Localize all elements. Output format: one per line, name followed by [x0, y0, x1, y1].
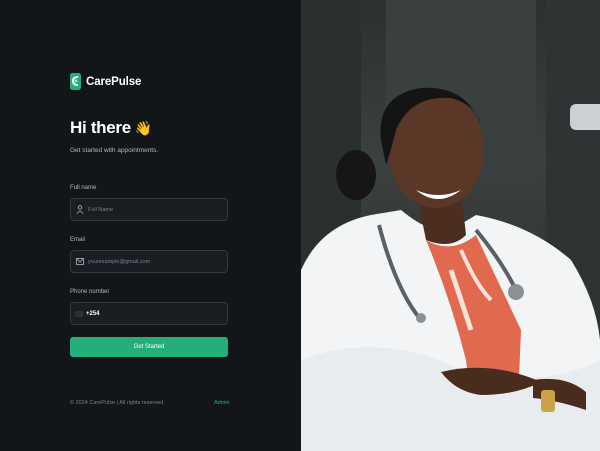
page-title: Hi there 👋 [70, 118, 152, 138]
user-icon [75, 205, 85, 215]
email-field[interactable]: yourexample@gmail.com [70, 250, 228, 273]
doctor-photo [301, 0, 600, 451]
phone-label: Phone number [70, 289, 110, 295]
registration-panel: CarePulse Hi there 👋 Get started with ap… [0, 0, 301, 451]
carepulse-logo-icon [70, 73, 81, 90]
brand-logo[interactable]: CarePulse [70, 73, 141, 90]
copyright-text: © 2024 CarePulse | All rights reserved. [70, 400, 165, 406]
doctor-figure [301, 87, 600, 451]
full-name-label: Full name [70, 185, 97, 191]
title-text: Hi there [70, 118, 131, 137]
waving-hand-icon: 👋 [134, 120, 153, 136]
page-subtitle: Get started with appointments. [70, 147, 159, 154]
admin-link[interactable]: Admin [214, 400, 230, 406]
email-icon [75, 257, 85, 267]
phone-country-code: +254 [86, 310, 100, 317]
brand-name: CarePulse [86, 75, 142, 88]
flag-icon[interactable] [75, 310, 83, 317]
get-started-button[interactable]: Get Started [70, 337, 228, 357]
phone-field[interactable]: +254 [70, 302, 228, 325]
email-label: Email [70, 237, 86, 243]
email-placeholder: yourexample@gmail.com [88, 258, 151, 265]
full-name-field[interactable]: Full Name [70, 198, 228, 221]
full-name-placeholder: Full Name [88, 206, 114, 213]
